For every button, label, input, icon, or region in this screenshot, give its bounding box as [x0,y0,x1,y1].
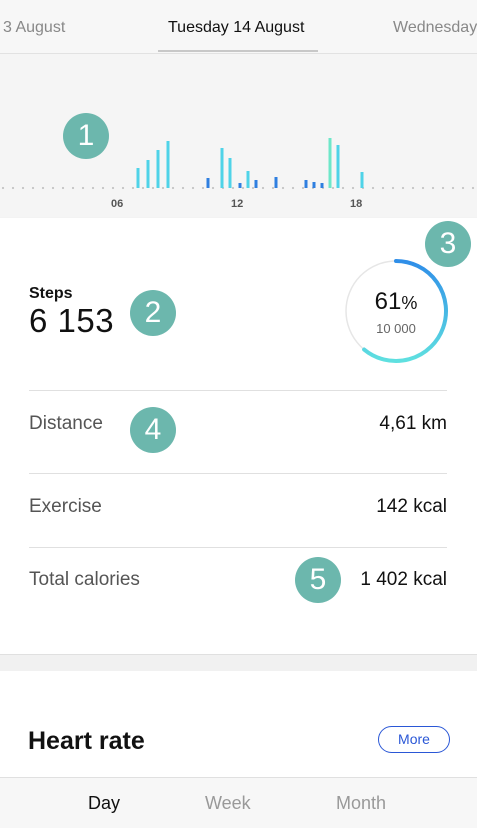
step-bar [328,138,332,188]
baseline-dot [101,186,105,190]
step-bar [312,182,316,188]
baseline-dot [161,186,165,190]
baseline-dot [421,186,425,190]
baseline-dot [201,186,205,190]
total-calories-label: Total calories [29,569,140,590]
step-bar [360,172,364,188]
baseline-dot [331,186,335,190]
baseline-dot [61,186,65,190]
steps-label: Steps [29,285,73,302]
baseline-dot [21,186,25,190]
baseline-dot [381,186,385,190]
step-bar [304,180,308,188]
exercise-label: Exercise [29,496,102,517]
baseline-dot [251,186,255,190]
current-date-underline [158,50,318,52]
step-bar [146,160,150,188]
baseline-dot [341,186,345,190]
step-bar [246,171,250,188]
baseline-dot [151,186,155,190]
steps-percent-value: 61 [374,288,402,315]
baseline-dot [211,186,215,190]
steps-progress-ring[interactable]: 61% 10 000 [343,258,449,364]
baseline-dot [171,186,175,190]
heart-rate-title: Heart rate [28,727,145,755]
baseline-dot [1,186,5,190]
baseline-dot [301,186,305,190]
more-button[interactable]: More [378,726,450,753]
baseline-dot [451,186,455,190]
step-bar [336,145,340,188]
baseline-dot [121,186,125,190]
baseline-dot [291,186,295,190]
date-navigation: 3 August Tuesday 14 August Wednesday [0,0,477,54]
tab-month[interactable]: Month [336,793,386,814]
x-tick-12: 12 [231,198,244,210]
baseline-dot [351,186,355,190]
exercise-value: 142 kcal [376,496,447,517]
annotation-badge-3: 3 [425,221,471,267]
annotation-badge-1: 1 [63,113,109,159]
tab-week[interactable]: Week [205,793,251,814]
baseline-dot [81,186,85,190]
baseline-dot [261,186,265,190]
baseline-dot [131,186,135,190]
baseline-dot [71,186,75,190]
baseline-dot [471,186,475,190]
step-bar [166,141,170,188]
baseline-dot [191,186,195,190]
divider [29,473,447,474]
divider [29,547,447,548]
steps-summary-card: Steps 6 153 61% 10 000 Distance 4,61 km … [0,218,477,655]
baseline-dot [371,186,375,190]
step-bar [254,180,258,188]
annotation-badge-5: 5 [295,557,341,603]
baseline-dot [431,186,435,190]
heart-rate-card: Heart rate More [0,671,477,777]
step-bar [206,178,210,188]
baseline-dot [401,186,405,190]
divider [29,390,447,391]
baseline-dot [31,186,35,190]
annotation-badge-2: 2 [130,290,176,336]
step-bar [220,148,224,188]
baseline-dot [231,186,235,190]
baseline-dot [271,186,275,190]
baseline-dot [41,186,45,190]
x-tick-06: 06 [111,198,124,210]
baseline-dot [141,186,145,190]
steps-goal: 10 000 [376,321,416,336]
baseline-dot [91,186,95,190]
baseline-dot [391,186,395,190]
step-bar [320,183,324,188]
baseline-dot [111,186,115,190]
baseline-dot [181,186,185,190]
previous-date[interactable]: 3 August [3,19,65,37]
baseline-dot [411,186,415,190]
step-bar [136,168,140,188]
step-bar [274,177,278,188]
step-bar [228,158,232,188]
baseline-dot [51,186,55,190]
distance-value: 4,61 km [379,413,447,434]
baseline-dot [241,186,245,190]
total-calories-value: 1 402 kcal [360,569,447,590]
section-gap [0,655,477,671]
baseline-dot [461,186,465,190]
period-tab-bar: Day Week Month [0,777,477,828]
current-date: Tuesday 14 August [168,19,305,36]
steps-percent: 61% [343,288,449,316]
baseline-dot [11,186,15,190]
x-tick-18: 18 [350,198,363,210]
baseline-dot [441,186,445,190]
step-bar [156,150,160,188]
annotation-badge-4: 4 [130,407,176,453]
steps-value: 6 153 [29,302,115,339]
distance-label: Distance [29,413,103,434]
next-date[interactable]: Wednesday [393,19,477,37]
percent-sign: % [401,293,418,313]
baseline-dot [281,186,285,190]
tab-day[interactable]: Day [88,793,120,814]
step-bar [238,183,242,188]
